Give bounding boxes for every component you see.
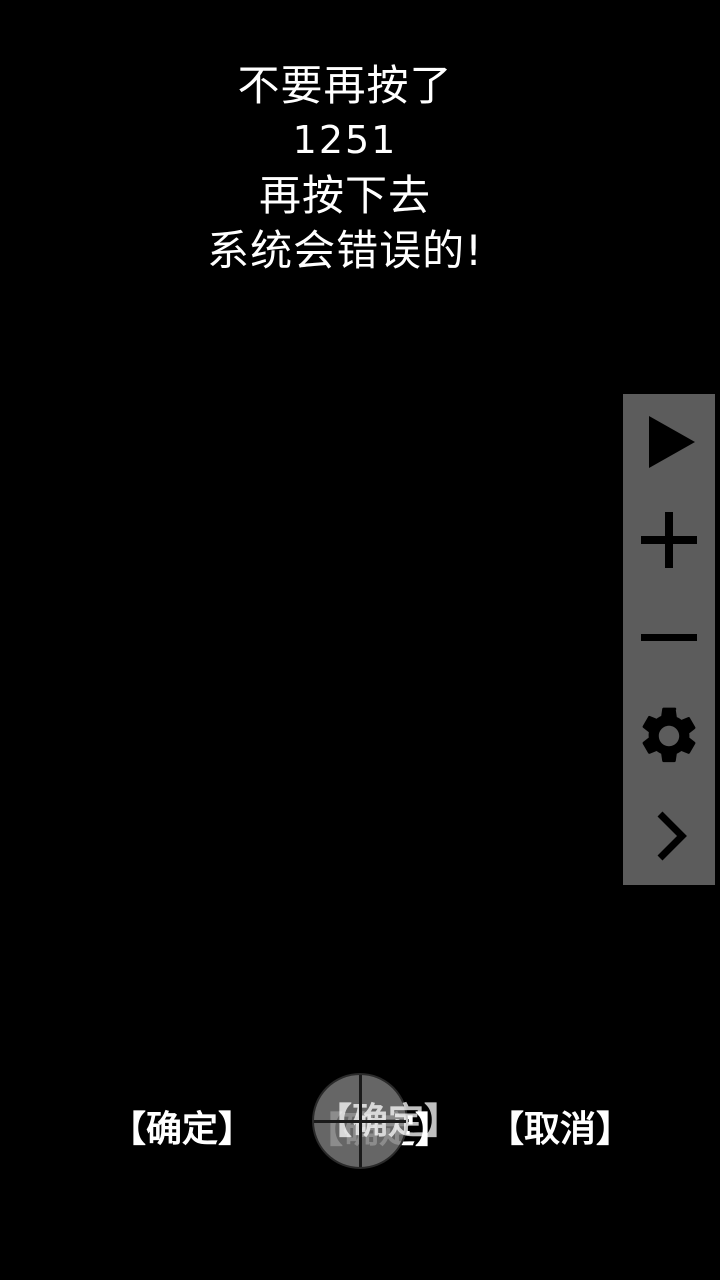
minus-icon [641,634,697,641]
play-button[interactable] [623,394,715,490]
play-icon [649,416,695,468]
crosshair-horizontal [314,1120,406,1123]
confirm-button-left[interactable]: 【确定】 [110,1105,254,1155]
warning-line-1: 不要再按了 [237,61,453,110]
warning-line-4: 系统会错误的! [207,226,483,275]
floating-control-panel [623,394,715,885]
gear-icon [642,707,696,763]
warning-message: 不要再按了 1251 再按下去 系统会错误的! [0,58,690,278]
floating-touch-button[interactable]: 【确定】 [312,1073,460,1169]
warning-line-3: 再按下去 [258,171,431,220]
press-counter: 1251 [292,118,398,162]
chevron-right-icon [657,811,687,861]
expand-button[interactable] [623,788,715,884]
center-confirm-group: 【确定】 【确定】 [307,1073,460,1173]
minus-button[interactable] [623,590,715,686]
plus-button[interactable] [623,492,715,588]
settings-button[interactable] [623,688,715,784]
plus-icon [641,512,697,568]
cancel-button[interactable]: 【取消】 [488,1105,632,1155]
